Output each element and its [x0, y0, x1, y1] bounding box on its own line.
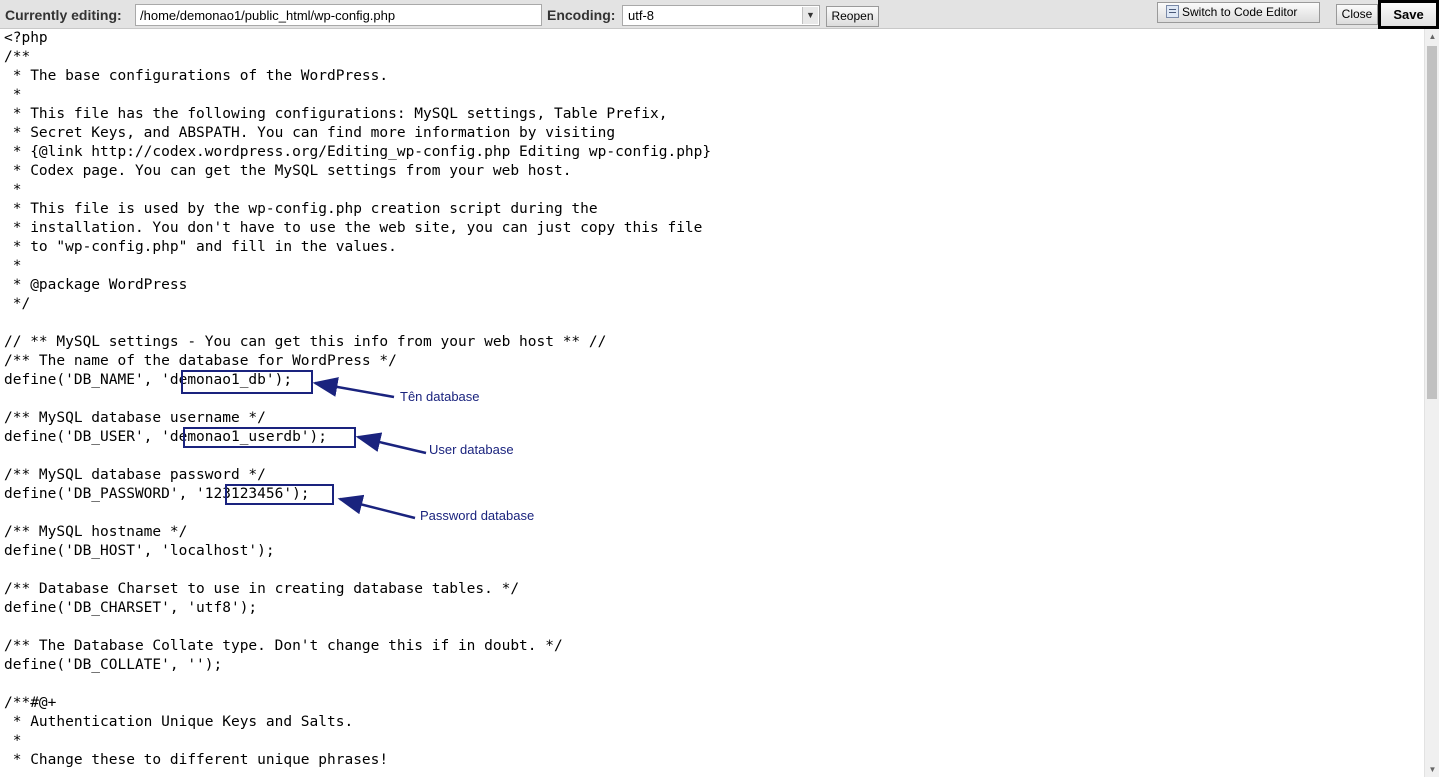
code-line: /** Database Charset to use in creating … — [4, 581, 520, 597]
code-line: * — [4, 87, 22, 103]
switch-to-code-editor-button[interactable]: Switch to Code Editor — [1157, 2, 1320, 23]
save-button[interactable]: Save — [1378, 0, 1439, 29]
chevron-down-icon[interactable]: ▼ — [802, 7, 818, 24]
code-line: * to "wp-config.php" and fill in the val… — [4, 239, 397, 255]
encoding-label: Encoding: — [547, 7, 616, 23]
code-line: /**#@+ — [4, 695, 57, 711]
vertical-scrollbar[interactable]: ▲ ▼ — [1424, 29, 1439, 777]
code-line: // ** MySQL settings - You can get this … — [4, 334, 607, 350]
scroll-down-icon[interactable]: ▼ — [1425, 762, 1439, 777]
code-line: /** MySQL database username */ — [4, 410, 266, 426]
scroll-up-icon[interactable]: ▲ — [1425, 29, 1439, 44]
code-line: * — [4, 182, 22, 198]
db-name-annotation: Tên database — [400, 389, 480, 404]
db-password-highlight — [225, 484, 334, 505]
close-button[interactable]: Close — [1336, 4, 1378, 25]
code-line: * The base configurations of the WordPre… — [4, 68, 389, 84]
code-line: define('DB_CHARSET', 'utf8'); — [4, 600, 258, 616]
code-line: * This file has the following configurat… — [4, 106, 668, 122]
db-user-highlight — [183, 427, 356, 448]
code-line: /** The Database Collate type. Don't cha… — [4, 638, 563, 654]
scrollbar-thumb[interactable] — [1427, 46, 1437, 399]
db-password-annotation: Password database — [420, 508, 535, 523]
code-line: /** MySQL database password */ — [4, 467, 266, 483]
encoding-select[interactable]: utf-8 ▼ — [622, 5, 820, 26]
code-line: * — [4, 733, 22, 749]
code-line: define('DB_PASSWORD', '123123456'); — [4, 486, 310, 502]
encoding-value: utf-8 — [628, 8, 655, 23]
code-line: */ — [4, 296, 31, 312]
reopen-button[interactable]: Reopen — [826, 6, 879, 27]
code-line: * — [4, 258, 22, 274]
code-line: * Authentication Unique Keys and Salts. — [4, 714, 354, 730]
code-line: * Change these to different unique phras… — [4, 752, 389, 768]
code-line: * @package WordPress — [4, 277, 188, 293]
code-line: /** — [4, 49, 31, 65]
file-path-input[interactable] — [135, 4, 542, 26]
editor-toolbar: Currently editing: Encoding: utf-8 ▼ Reo… — [0, 0, 1439, 29]
code-line: /** MySQL hostname */ — [4, 524, 188, 540]
code-line: define('DB_COLLATE', ''); — [4, 657, 223, 673]
code-line: * {@link http://codex.wordpress.org/Edit… — [4, 144, 712, 160]
code-line: * installation. You don't have to use th… — [4, 220, 703, 236]
code-editor-icon — [1166, 5, 1179, 18]
code-line: * Codex page. You can get the MySQL sett… — [4, 163, 572, 179]
code-line: <?php — [4, 30, 48, 46]
code-line: * This file is used by the wp-config.php… — [4, 201, 598, 217]
code-line: /** The name of the database for WordPre… — [4, 353, 397, 369]
code-line: * Secret Keys, and ABSPATH. You can find… — [4, 125, 616, 141]
db-name-highlight — [181, 370, 313, 394]
code-line: define('DB_HOST', 'localhost'); — [4, 543, 275, 559]
switch-to-code-editor-label: Switch to Code Editor — [1182, 5, 1298, 19]
code-textarea[interactable]: <?php /** * The base configurations of th… — [0, 29, 1424, 777]
currently-editing-label: Currently editing: — [5, 7, 122, 23]
db-user-annotation: User database — [429, 442, 514, 457]
